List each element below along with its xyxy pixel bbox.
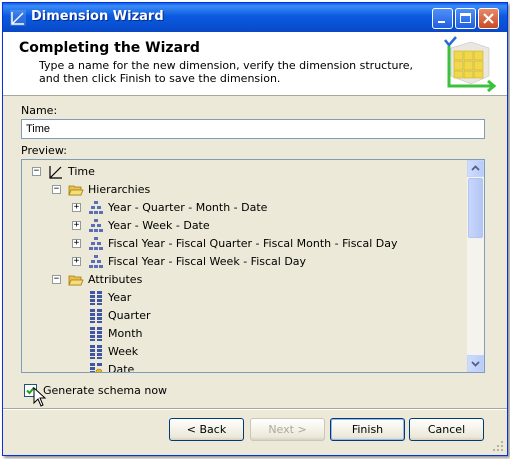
dimension-wizard-window: Dimension Wizard Completing the Wizard T… [2,2,508,456]
page-description: Type a name for the new dimension, verif… [39,59,414,85]
tree-root-label: Time [68,165,95,178]
attribute-label: Quarter [108,309,151,322]
tree-node-hierarchies[interactable]: − Hierarchies [22,182,462,198]
key-attribute-icon [90,363,103,372]
resize-grip-icon[interactable] [491,439,505,453]
attribute-icon [90,309,102,323]
attribute-icon [90,345,102,359]
expand-icon[interactable]: + [72,221,81,230]
scroll-up-button[interactable] [467,160,484,177]
minimize-button[interactable] [432,8,453,29]
tree-node-hierarchy[interactable]: + Year - Week - Date [22,218,462,234]
back-button[interactable]: < Back [169,418,244,441]
hierarchy-icon [89,201,103,214]
close-button[interactable] [478,8,499,29]
title-bar[interactable]: Dimension Wizard [3,3,507,32]
minimize-icon [438,21,445,23]
time-dimension-icon [49,166,62,179]
tree-node-hierarchy[interactable]: + Year - Quarter - Month - Date [22,200,462,216]
scroll-down-button[interactable] [467,355,484,372]
scroll-thumb[interactable] [468,178,483,238]
mouse-cursor-icon [33,387,47,407]
finish-button[interactable]: Finish [330,418,405,441]
attribute-label: Week [108,345,139,358]
expand-icon[interactable]: + [72,239,81,248]
attribute-label: Date [108,363,135,373]
hierarchy-label: Year - Quarter - Month - Date [108,201,268,214]
scroll-up-icon [471,165,480,171]
name-input[interactable] [21,119,485,139]
attribute-icon [90,327,102,341]
hierarchy-icon [89,219,103,232]
hierarchies-label: Hierarchies [88,183,151,196]
maximize-icon [460,13,471,23]
tree-node-attributes[interactable]: − Attributes [22,272,462,288]
attribute-label: Year [108,291,132,304]
button-separator [3,408,507,410]
close-icon [483,13,494,24]
maximize-button[interactable] [455,8,476,29]
page-title: Completing the Wizard [19,40,200,56]
dimension-icon [10,10,26,26]
tree-node-attribute[interactable]: Year [22,290,462,306]
attributes-label: Attributes [88,273,143,286]
tree-node-attribute[interactable]: Month [22,326,462,342]
collapse-icon[interactable]: − [32,167,41,176]
attribute-icon [90,291,102,305]
name-label: Name: [21,104,58,117]
tree-node-root[interactable]: − Time [22,164,462,180]
dimension-cube-icon [444,36,497,93]
tree-node-attribute[interactable]: Week [22,344,462,360]
collapse-icon[interactable]: − [52,275,61,284]
wizard-header: Completing the Wizard Type a name for th… [3,32,507,96]
hierarchy-label: Fiscal Year - Fiscal Quarter - Fiscal Mo… [108,237,398,250]
generate-schema-label[interactable]: Generate schema now [43,384,167,397]
cancel-button[interactable]: Cancel [409,418,484,441]
tree-node-attribute[interactable]: Date [22,362,462,373]
open-folder-icon [68,275,84,286]
tree-node-attribute[interactable]: Quarter [22,308,462,324]
scroll-down-icon [471,361,480,367]
hierarchy-label: Year - Week - Date [108,219,210,232]
collapse-icon[interactable]: − [52,185,61,194]
expand-icon[interactable]: + [72,257,81,266]
expand-icon[interactable]: + [72,203,81,212]
attribute-label: Month [108,327,143,340]
hierarchy-icon [89,255,103,268]
preview-label: Preview: [21,144,67,157]
tree-node-hierarchy[interactable]: + Fiscal Year - Fiscal Quarter - Fiscal … [22,236,462,252]
preview-scrollbar[interactable] [467,160,484,372]
window-title: Dimension Wizard [31,9,164,24]
tree-node-hierarchy[interactable]: + Fiscal Year - Fiscal Week - Fiscal Day [22,254,462,270]
next-button[interactable]: Next > [250,418,325,441]
open-folder-icon [68,185,84,196]
hierarchy-icon [89,237,103,250]
preview-tree[interactable]: − Time − Hierarchies + Year - Quarter - … [21,159,485,373]
hierarchy-label: Fiscal Year - Fiscal Week - Fiscal Day [108,255,307,268]
